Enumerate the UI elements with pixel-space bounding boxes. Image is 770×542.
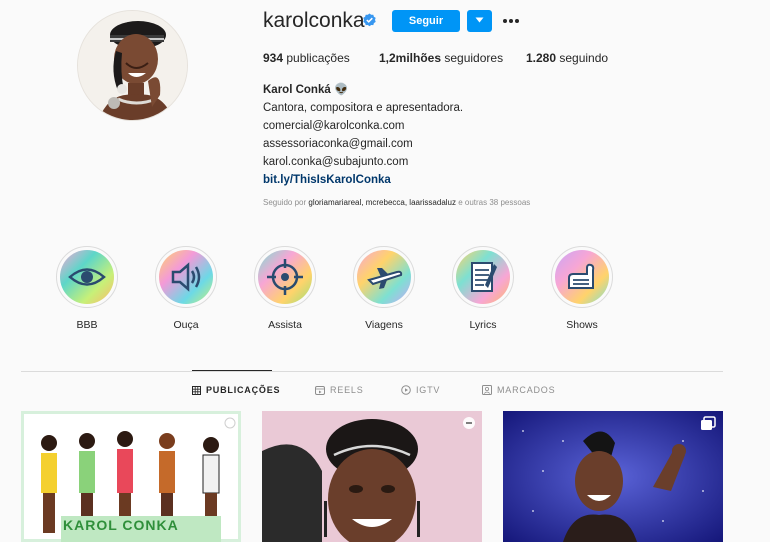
airplane-icon [357, 250, 411, 304]
followed-by-prefix: Seguido por [263, 198, 309, 207]
post-title: KAROL CONKA [63, 517, 179, 533]
speaker-icon [159, 250, 213, 304]
follow-button[interactable]: Seguir [392, 10, 460, 32]
tabs-divider [21, 371, 723, 372]
more-options-icon[interactable] [501, 12, 521, 30]
followers-count[interactable]: 1,2milhões seguidores [379, 51, 503, 65]
following-number: 1.280 [526, 51, 557, 65]
tab-marcados[interactable]: MARCADOS [482, 385, 555, 395]
target-icon [258, 250, 312, 304]
bio-line-1: Cantora, compositora e apresentadora. [263, 102, 464, 114]
followed-by[interactable]: Seguido por gloriamariareal, mcrebecca, … [263, 198, 530, 207]
profile-bio: Karol Conká 👽 Cantora, compositora e apr… [263, 81, 463, 189]
highlight-viagens[interactable]: Viagens [344, 246, 424, 331]
highlight-bbb[interactable]: BBB [47, 246, 127, 331]
highlight-label: Ouça [173, 319, 199, 331]
highlight-label: Lyrics [469, 319, 497, 331]
verified-badge-icon [363, 13, 376, 27]
highlight-ring [56, 246, 118, 308]
highlight-ring [155, 246, 217, 308]
highlight-shows[interactable]: Shows [542, 246, 622, 331]
reels-icon [315, 385, 325, 395]
profile-avatar[interactable] [77, 10, 188, 121]
followers-number: 1,2milhões [379, 51, 442, 65]
tab-label: IGTV [416, 385, 441, 395]
highlight-label: BBB [76, 319, 98, 331]
eye-icon [60, 250, 114, 304]
bio-link[interactable]: bit.ly/ThisIsKarolConka [263, 171, 463, 189]
bio-line-4: karol.conka@subajunto.com [263, 156, 409, 168]
tab-publicacoes[interactable]: PUBLICAÇÕES [192, 385, 280, 395]
post-thumbnail[interactable]: KAROL CONKA [21, 411, 241, 542]
hand-icon [555, 250, 609, 304]
highlight-label: Viagens [365, 319, 403, 331]
bio-line-2: comercial@karolconka.com [263, 120, 405, 132]
followed-by-suffix: e outras 38 pessoas [456, 198, 531, 207]
alien-emoji-icon: 👽 [333, 84, 349, 96]
following-count[interactable]: 1.280 seguindo [526, 51, 608, 65]
tag-icon [482, 385, 492, 395]
notepad-icon [456, 250, 510, 304]
highlight-ring [551, 246, 613, 308]
tab-label: PUBLICAÇÕES [206, 385, 281, 395]
post-thumbnail[interactable] [503, 411, 723, 542]
posts-count: 934 publicações [263, 51, 350, 65]
highlight-label: Shows [566, 319, 598, 331]
tab-label: REELS [330, 385, 364, 395]
tab-igtv[interactable]: IGTV [401, 385, 440, 395]
grid-icon [192, 385, 201, 395]
post-thumbnail[interactable] [262, 411, 482, 542]
followers-label: seguidores [441, 51, 504, 65]
triangle-down-icon [475, 17, 484, 23]
bio-line-3: assessoriaconka@gmail.com [263, 138, 413, 150]
tab-label: MARCADOS [497, 385, 556, 395]
followed-by-names: gloriamariareal, mcrebecca, laarissadalu… [308, 198, 456, 207]
highlight-ouca[interactable]: Ouça [146, 246, 226, 331]
avatar-image [78, 11, 187, 120]
highlight-assista[interactable]: Assista [245, 246, 325, 331]
highlight-ring [254, 246, 316, 308]
profile-username: karolconka [263, 9, 365, 32]
highlight-ring [452, 246, 514, 308]
highlight-label: Assista [268, 319, 302, 331]
profile-full-name: Karol Conká [263, 84, 331, 96]
tab-reels[interactable]: REELS [315, 385, 364, 395]
highlight-ring [353, 246, 415, 308]
highlight-lyrics[interactable]: Lyrics [443, 246, 523, 331]
post-image [262, 411, 482, 542]
post-image [503, 411, 723, 542]
following-label: seguindo [556, 51, 609, 65]
igtv-icon [401, 385, 411, 395]
suggested-accounts-button[interactable] [467, 10, 492, 32]
posts-number: 934 [263, 51, 284, 65]
active-tab-indicator [192, 370, 272, 371]
posts-label: publicações [283, 51, 350, 65]
